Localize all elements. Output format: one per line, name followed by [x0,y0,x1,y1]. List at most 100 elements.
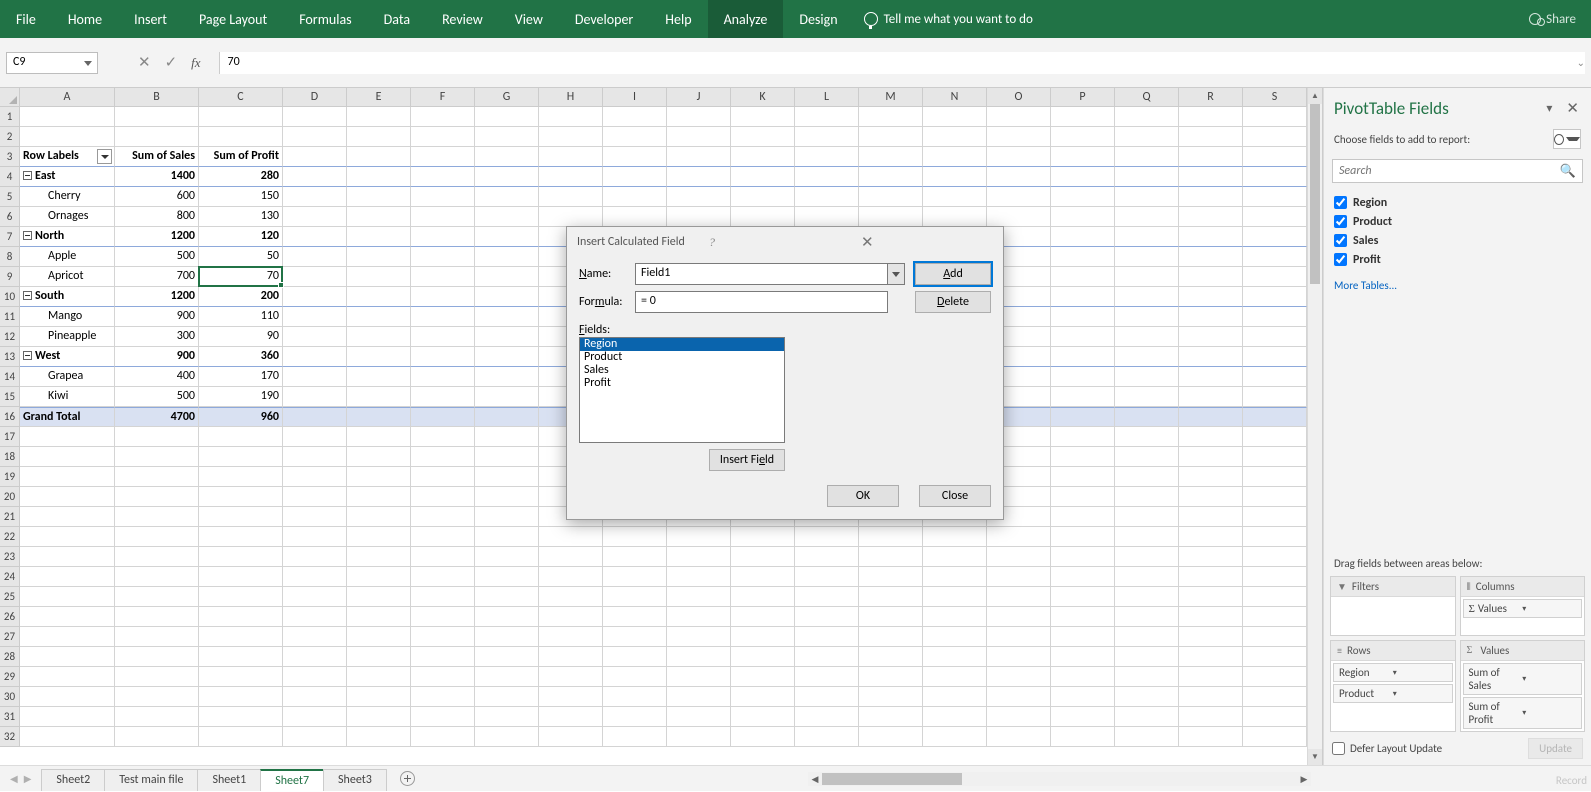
scroll-down-icon[interactable]: ▼ [1308,749,1322,765]
cell[interactable] [923,667,987,687]
cell[interactable] [283,547,347,567]
listbox-option[interactable]: Profit [580,377,784,390]
cell[interactable] [1179,607,1243,627]
cell[interactable] [411,207,475,227]
column-header[interactable]: H [539,88,603,107]
cell[interactable] [1115,467,1179,487]
cell[interactable] [987,547,1051,567]
cell[interactable] [1243,607,1307,627]
cell[interactable] [115,507,199,527]
cell[interactable] [411,407,475,427]
formula-input[interactable]: 70 [219,52,1585,74]
row-header[interactable]: 17 [0,427,20,447]
cell[interactable] [987,127,1051,147]
cell[interactable] [1179,487,1243,507]
cell[interactable] [20,527,115,547]
cell[interactable] [20,687,115,707]
cell[interactable] [1179,567,1243,587]
cell[interactable] [411,527,475,547]
cell[interactable] [283,247,347,267]
cell[interactable] [347,107,411,127]
cell[interactable] [1179,507,1243,527]
cell[interactable]: 800 [115,207,199,227]
cell[interactable]: 110 [199,307,283,327]
cell[interactable]: 1200 [115,227,199,247]
dialog-close-icon[interactable]: ✕ [861,233,993,252]
cell[interactable] [475,487,539,507]
cell[interactable] [859,527,923,547]
cell[interactable] [411,307,475,327]
cell[interactable] [20,727,115,747]
cell[interactable] [411,347,475,367]
cell[interactable] [411,327,475,347]
cell[interactable]: Cherry [20,187,115,207]
cell[interactable] [795,207,859,227]
ribbon-tab-insert[interactable]: Insert [118,0,183,38]
cell[interactable] [1179,387,1243,407]
cell[interactable] [1243,427,1307,447]
cell[interactable] [1243,147,1307,167]
cell[interactable] [1051,527,1115,547]
cell[interactable] [1051,447,1115,467]
cell[interactable] [347,627,411,647]
cell[interactable] [923,127,987,147]
sheet-tab[interactable]: Sheet2 [41,769,105,791]
cell[interactable] [411,267,475,287]
cell[interactable] [539,127,603,147]
cell[interactable] [1243,287,1307,307]
field-list-item[interactable]: Region [1334,193,1581,212]
chevron-down-icon[interactable]: ▾ [1522,604,1576,614]
cell[interactable] [1115,347,1179,367]
cell[interactable] [1243,507,1307,527]
cell[interactable] [283,587,347,607]
column-header[interactable]: M [859,88,923,107]
cell[interactable] [603,207,667,227]
field-checkbox[interactable] [1334,253,1347,266]
cell[interactable] [539,687,603,707]
cell[interactable] [411,287,475,307]
cell[interactable] [475,247,539,267]
cell[interactable] [20,667,115,687]
area-item[interactable]: ΣValues▾ [1463,599,1583,618]
row-header[interactable]: 12 [0,327,20,347]
cell[interactable] [539,527,603,547]
cell[interactable] [1115,667,1179,687]
cell[interactable] [20,587,115,607]
cell[interactable] [20,627,115,647]
column-header[interactable]: P [1051,88,1115,107]
more-tables-link[interactable]: More Tables... [1324,271,1591,300]
cell[interactable] [1179,467,1243,487]
chevron-down-icon[interactable]: ▾ [1393,689,1447,699]
cell[interactable] [283,707,347,727]
cell[interactable] [1179,267,1243,287]
cell[interactable] [411,167,475,187]
cell[interactable] [987,207,1051,227]
cell[interactable] [199,567,283,587]
cell[interactable] [411,567,475,587]
column-header[interactable]: G [475,88,539,107]
cell[interactable] [199,647,283,667]
cell[interactable] [199,547,283,567]
cell[interactable] [283,527,347,547]
cell[interactable] [603,687,667,707]
cell[interactable]: Apple [20,247,115,267]
cell[interactable] [347,147,411,167]
cell[interactable] [199,127,283,147]
cell[interactable] [347,647,411,667]
cell[interactable] [1051,187,1115,207]
cell[interactable] [283,407,347,427]
cell[interactable] [795,667,859,687]
cell[interactable] [667,527,731,547]
cell[interactable] [667,687,731,707]
cell[interactable] [923,647,987,667]
cell[interactable] [1243,727,1307,747]
cell[interactable] [539,667,603,687]
cell[interactable] [1051,207,1115,227]
cell[interactable] [199,587,283,607]
cell[interactable] [20,107,115,127]
row-header[interactable]: 4 [0,167,20,187]
cell[interactable] [603,707,667,727]
cell[interactable] [1243,487,1307,507]
cell[interactable] [283,147,347,167]
cell[interactable] [1115,607,1179,627]
